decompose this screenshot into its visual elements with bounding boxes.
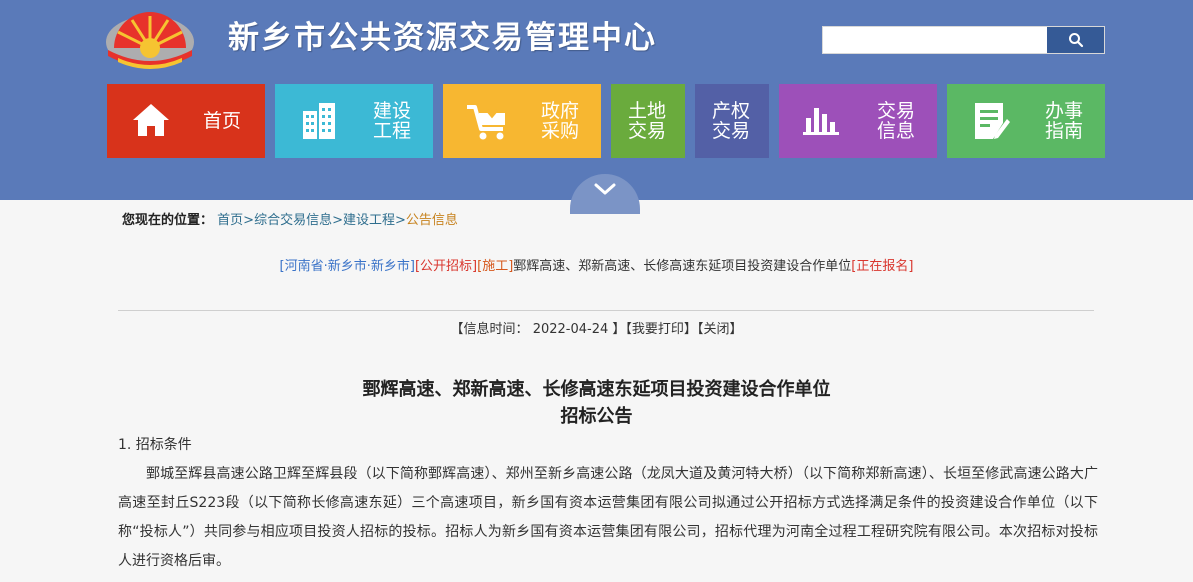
building-icon (303, 103, 335, 139)
breadcrumb-separator: > (243, 213, 255, 228)
document-icon (975, 103, 1010, 139)
nav-label-home: 首页 (203, 110, 242, 132)
nav-tile-construction[interactable]: 建设 工程 (275, 84, 433, 158)
nav-tile-guide[interactable]: 办事 指南 (947, 84, 1105, 158)
search-input[interactable] (823, 27, 1047, 53)
nav-tile-property[interactable]: 产权 交易 (695, 84, 769, 158)
document-title: 鄄辉高速、郑新高速、长修高速东延项目投资建设合作单位 招标公告 (0, 376, 1193, 430)
search-icon (1068, 33, 1083, 48)
article-title: 鄄辉高速、郑新高速、长修高速东延项目投资建设合作单位 (513, 259, 852, 274)
site-header: 新乡市公共资源交易管理中心 首页 建设 工程 政府 采购 土地 交易 产权 交易… (0, 0, 1193, 200)
nav-tile-home[interactable]: 首页 (107, 84, 265, 158)
sunrise-logo-icon[interactable] (104, 8, 196, 70)
nav-label-procurement: 政府 采购 (541, 100, 580, 142)
nav-label-construction: 建设 工程 (373, 100, 412, 142)
type-tag: [公开招标] (414, 259, 478, 274)
cart-icon (467, 103, 505, 140)
divider (118, 310, 1094, 311)
info-time-label: 【信息时间： (450, 322, 529, 337)
nav-label-guide: 办事 指南 (1045, 100, 1084, 142)
category-tag: [施工] (477, 259, 514, 274)
breadcrumb-home[interactable]: 首页 (217, 213, 243, 228)
breadcrumb-current: 公告信息 (405, 213, 458, 228)
region-tag: [河南省·新乡市·新乡市] (279, 259, 415, 274)
document-title-line2: 招标公告 (560, 406, 633, 427)
nav-label-trade-info: 交易 信息 (877, 100, 916, 142)
breadcrumb-separator: > (332, 213, 343, 228)
breadcrumb: 您现在的位置： 首页>综合交易信息>建设工程>公告信息 (122, 212, 458, 230)
info-time-close: 】 (612, 322, 626, 337)
breadcrumb-trade-info[interactable]: 综合交易信息 (254, 213, 332, 228)
nav-label-property: 产权 交易 (712, 100, 751, 142)
document-title-line1: 鄄辉高速、郑新高速、长修高速东延项目投资建设合作单位 (362, 379, 831, 400)
nav-tile-trade-info[interactable]: 交易 信息 (779, 84, 937, 158)
print-button[interactable]: 【我要打印】 (625, 322, 697, 337)
chevron-down-icon (594, 183, 616, 195)
main-nav: 首页 建设 工程 政府 采购 土地 交易 产权 交易 交易 信息 办事 指南 (107, 84, 1105, 158)
section-heading: 1. 招标条件 (118, 437, 192, 453)
nav-tile-procurement[interactable]: 政府 采购 (443, 84, 601, 158)
bar-chart-icon (803, 108, 839, 135)
search-box (822, 26, 1105, 54)
article-meta: 【信息时间： 2022-04-24 】【我要打印】【关闭】 (0, 321, 1193, 339)
nav-tile-land[interactable]: 土地 交易 (611, 84, 685, 158)
home-icon (133, 104, 169, 136)
breadcrumb-separator: > (395, 213, 406, 228)
breadcrumb-prefix: 您现在的位置： (122, 213, 214, 228)
search-button[interactable] (1047, 27, 1104, 53)
site-title: 新乡市公共资源交易管理中心 (228, 20, 657, 56)
article-heading: [河南省·新乡市·新乡市][公开招标][施工]鄄辉高速、郑新高速、长修高速东延项… (0, 258, 1193, 276)
info-time-value: 2022-04-24 (532, 322, 609, 337)
breadcrumb-construction[interactable]: 建设工程 (343, 213, 395, 228)
status-badge: [正在报名] (851, 259, 914, 274)
close-button[interactable]: 【关闭】 (697, 322, 743, 337)
section-body: 鄄城至辉县高速公路卫辉至辉县段（以下简称鄄辉高速）、郑州至新乡高速公路（龙凤大道… (118, 466, 1098, 569)
nav-label-land: 土地 交易 (628, 100, 667, 142)
